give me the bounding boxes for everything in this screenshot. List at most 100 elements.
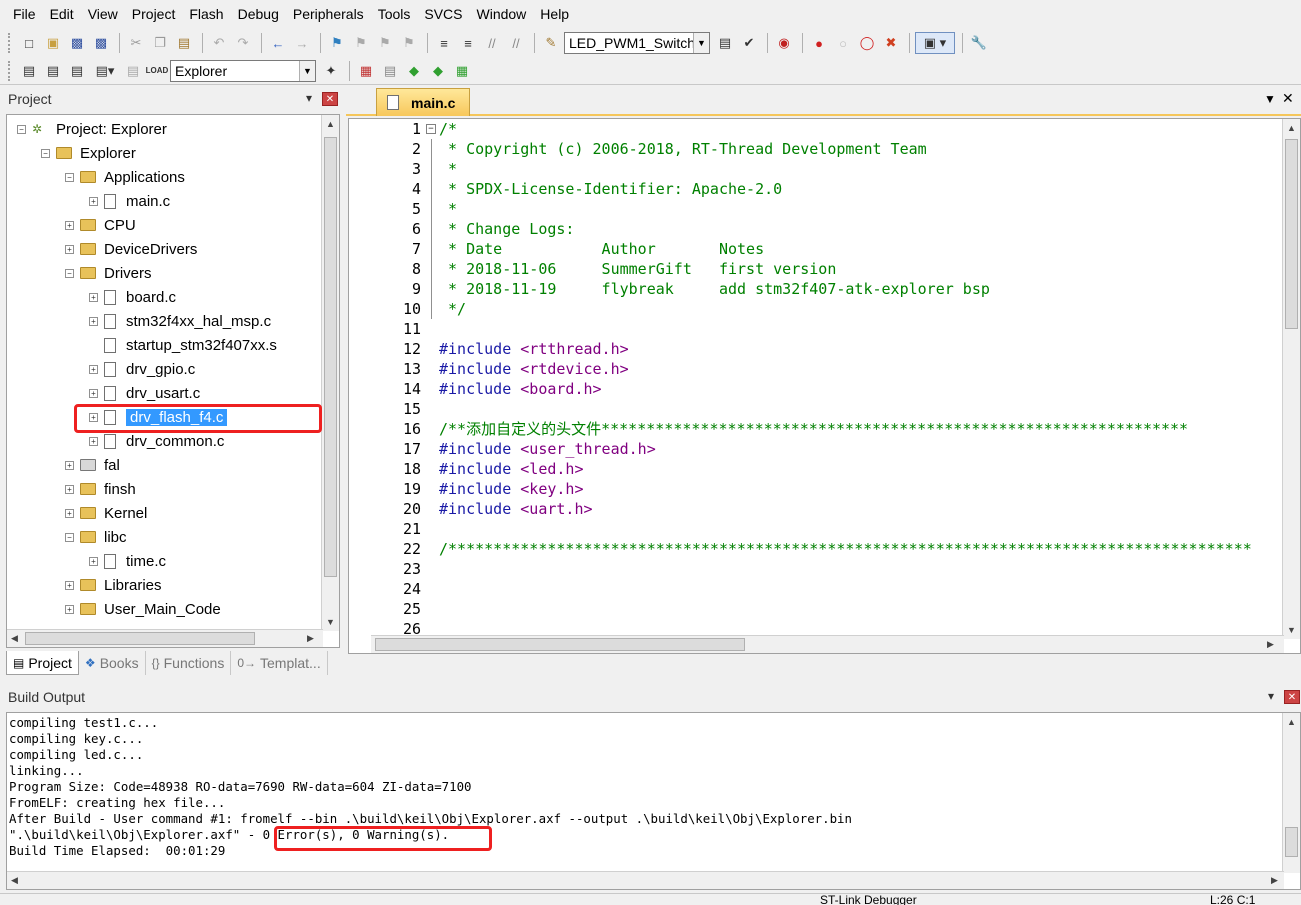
tree-item[interactable]: startup_stm32f407xx.s bbox=[89, 333, 277, 357]
paste-icon[interactable]: ▤ bbox=[173, 32, 195, 54]
menu-window[interactable]: Window bbox=[470, 0, 534, 28]
tree-item[interactable]: − ✲ Project: Explorer bbox=[17, 117, 167, 141]
build-output-vscroll[interactable]: ▲ bbox=[1282, 713, 1300, 873]
expand-icon[interactable]: + bbox=[65, 508, 74, 518]
tab-templates[interactable]: 0→ Templat... bbox=[231, 651, 328, 675]
code-line[interactable]: 19 #include <key.h> bbox=[349, 479, 1289, 499]
navigate-forward-icon[interactable]: → bbox=[291, 32, 313, 54]
scroll-right-icon[interactable]: ▶ bbox=[1267, 639, 1274, 650]
scroll-right-icon[interactable]: ▶ bbox=[1271, 875, 1278, 886]
tree-item[interactable]: + Kernel bbox=[65, 501, 147, 525]
code-line[interactable]: 2 * Copyright (c) 2006-2018, RT-Thread D… bbox=[349, 139, 1289, 159]
scroll-up-icon[interactable]: ▲ bbox=[326, 119, 335, 129]
pin-icon[interactable]: ▾ bbox=[306, 91, 312, 105]
rebuild-icon[interactable]: ▤ bbox=[66, 60, 88, 82]
code-line[interactable]: 18 #include <led.h> bbox=[349, 459, 1289, 479]
tree-item[interactable]: + Libraries bbox=[65, 573, 162, 597]
close-icon[interactable]: ✕ bbox=[322, 92, 338, 106]
code-line[interactable]: 1−/* bbox=[349, 119, 1289, 139]
menu-project[interactable]: Project bbox=[125, 0, 183, 28]
menu-help[interactable]: Help bbox=[533, 0, 576, 28]
code-line[interactable]: 16 /**添加自定义的头文件**************************… bbox=[349, 419, 1289, 439]
menu-svcs[interactable]: SVCS bbox=[417, 0, 469, 28]
expand-icon[interactable]: + bbox=[89, 436, 98, 446]
unindent-icon[interactable]: ≡ bbox=[457, 32, 479, 54]
editor-hscroll[interactable]: ▶ bbox=[371, 635, 1284, 653]
close-editor-icon[interactable]: ✕ bbox=[1282, 90, 1294, 107]
save-all-icon[interactable]: ▩ bbox=[90, 32, 112, 54]
uncomment-icon[interactable]: // bbox=[505, 32, 527, 54]
tab-list-chevron-icon[interactable]: ▼ bbox=[1264, 92, 1276, 106]
scroll-thumb[interactable] bbox=[1285, 827, 1298, 857]
rte-icon[interactable]: ▦ bbox=[451, 60, 473, 82]
breakpoint-insert-icon[interactable]: ● bbox=[808, 32, 830, 54]
scroll-up-icon[interactable]: ▲ bbox=[1287, 123, 1296, 133]
collapse-icon[interactable]: − bbox=[41, 148, 50, 158]
menu-file[interactable]: File bbox=[6, 0, 43, 28]
expand-icon[interactable]: + bbox=[65, 220, 74, 230]
code-line[interactable]: 3 * bbox=[349, 159, 1289, 179]
scroll-thumb[interactable] bbox=[324, 137, 337, 577]
code-line[interactable]: 25 bbox=[349, 599, 1289, 619]
breakpoint-enable-icon[interactable]: ○ bbox=[832, 32, 854, 54]
expand-icon[interactable]: + bbox=[65, 604, 74, 614]
tree-item[interactable]: − Applications bbox=[65, 165, 185, 189]
scroll-thumb[interactable] bbox=[25, 632, 255, 645]
code-line[interactable]: 13 #include <rtdevice.h> bbox=[349, 359, 1289, 379]
batch-build-icon[interactable]: ▤▾ bbox=[90, 60, 120, 82]
expand-icon[interactable]: + bbox=[89, 292, 98, 302]
menu-edit[interactable]: Edit bbox=[43, 0, 81, 28]
toolbar-grip[interactable] bbox=[8, 33, 12, 53]
project-tree-hscroll[interactable]: ◀ ▶ bbox=[7, 629, 323, 647]
select-software-packs-icon[interactable]: ◆ bbox=[427, 60, 449, 82]
menu-peripherals[interactable]: Peripherals bbox=[286, 0, 371, 28]
code-line[interactable]: 15 bbox=[349, 399, 1289, 419]
tree-item[interactable]: + User_Main_Code bbox=[65, 597, 221, 621]
tree-item[interactable]: + drv_gpio.c bbox=[89, 357, 195, 381]
scroll-left-icon[interactable]: ◀ bbox=[11, 633, 18, 644]
code-line[interactable]: 12 #include <rtthread.h> bbox=[349, 339, 1289, 359]
tree-item[interactable]: + DeviceDrivers bbox=[65, 237, 197, 261]
tree-item[interactable]: + main.c bbox=[89, 189, 170, 213]
code-line[interactable]: 7 * Date Author Notes bbox=[349, 239, 1289, 259]
code-line[interactable]: 4 * SPDX-License-Identifier: Apache-2.0 bbox=[349, 179, 1289, 199]
code-line[interactable]: 6 * Change Logs: bbox=[349, 219, 1289, 239]
expand-icon[interactable]: + bbox=[89, 556, 98, 566]
code-line[interactable]: 10 */ bbox=[349, 299, 1289, 319]
manage-components-icon[interactable]: ▦ bbox=[355, 60, 377, 82]
menu-view[interactable]: View bbox=[81, 0, 125, 28]
tree-item[interactable]: + CPU bbox=[65, 213, 136, 237]
tree-item[interactable]: + board.c bbox=[89, 285, 176, 309]
tab-project[interactable]: ▤ Project bbox=[6, 651, 79, 675]
tree-item[interactable]: − Drivers bbox=[65, 261, 152, 285]
menu-tools[interactable]: Tools bbox=[371, 0, 418, 28]
bookmark-icon[interactable]: ⚑ bbox=[326, 32, 348, 54]
expand-icon[interactable]: + bbox=[89, 364, 98, 374]
tree-item[interactable]: + fal bbox=[65, 453, 120, 477]
tree-item[interactable]: + finsh bbox=[65, 477, 136, 501]
code-line[interactable]: 23 bbox=[349, 559, 1289, 579]
build-output-pane[interactable]: compiling test1.c... compiling key.c... co… bbox=[6, 712, 1301, 890]
close-icon[interactable]: ✕ bbox=[1284, 690, 1300, 704]
code-line[interactable]: 11 bbox=[349, 319, 1289, 339]
bookmark-next-icon[interactable]: ⚑ bbox=[374, 32, 396, 54]
scroll-thumb[interactable] bbox=[375, 638, 745, 651]
breakpoint-disable-icon[interactable]: ◯ bbox=[856, 32, 878, 54]
menu-debug[interactable]: Debug bbox=[231, 0, 286, 28]
tree-item[interactable]: + time.c bbox=[89, 549, 166, 573]
comment-icon[interactable]: // bbox=[481, 32, 503, 54]
toolbar-grip[interactable] bbox=[8, 60, 12, 81]
pin-icon[interactable]: ▾ bbox=[1268, 689, 1274, 703]
expand-icon[interactable]: + bbox=[89, 196, 98, 206]
collapse-icon[interactable]: − bbox=[65, 268, 74, 278]
code-line[interactable]: 20 #include <uart.h> bbox=[349, 499, 1289, 519]
undo-icon[interactable]: ↶ bbox=[208, 32, 230, 54]
navigate-back-icon[interactable]: ← bbox=[267, 32, 289, 54]
chevron-down-icon[interactable]: ▼ bbox=[299, 60, 315, 81]
code-editor[interactable]: 1−/* 2 * Copyright (c) 2006-2018, RT-Thre… bbox=[348, 118, 1301, 654]
pack-installer-icon[interactable]: ◆ bbox=[403, 60, 425, 82]
collapse-icon[interactable]: − bbox=[17, 124, 26, 134]
debug-session-icon[interactable]: ◉ bbox=[773, 32, 795, 54]
expand-icon[interactable]: + bbox=[65, 580, 74, 590]
scroll-right-icon[interactable]: ▶ bbox=[307, 633, 314, 644]
